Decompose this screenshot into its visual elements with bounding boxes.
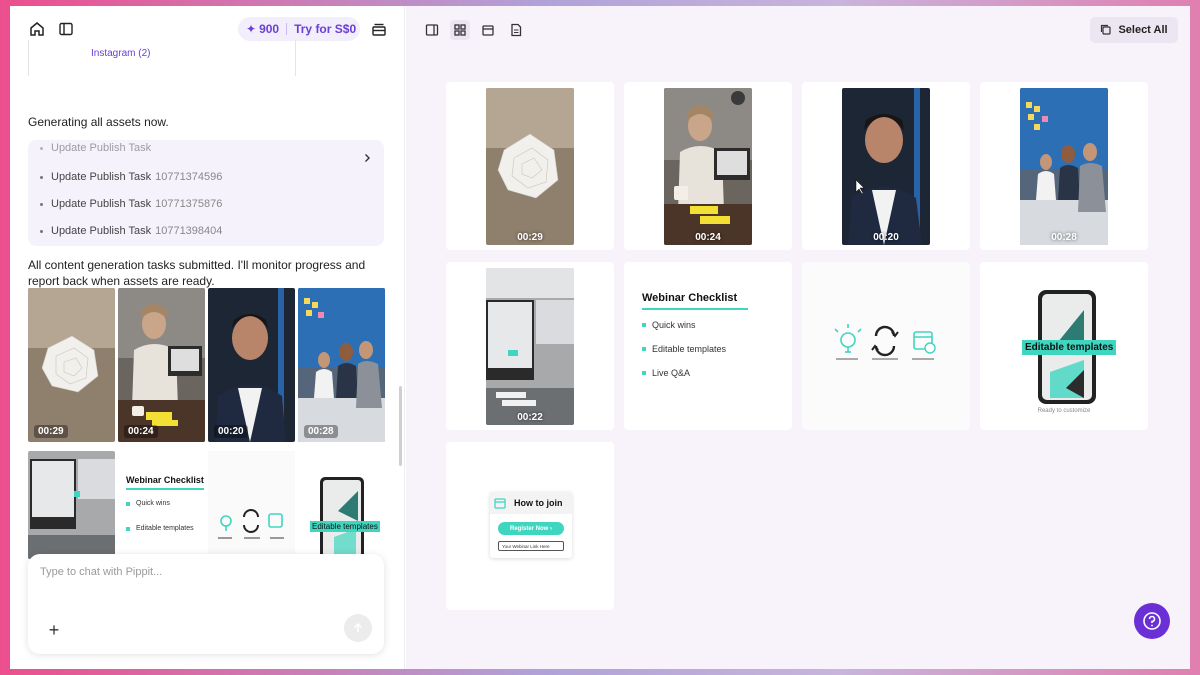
video-thumbnail: 00:20 [842, 87, 930, 245]
checklist-underline [642, 308, 748, 310]
add-attachment-button[interactable]: + [44, 620, 64, 640]
duration-label: 00:28 [304, 425, 338, 438]
copy-icon [1101, 24, 1112, 35]
try-plan-link[interactable]: Try for S$0 [294, 22, 356, 36]
how-to-join-title: How to join [514, 498, 563, 508]
duration-label: 00:29 [517, 231, 543, 243]
task-id: 10771374596 [155, 171, 223, 183]
duration-label: 00:20 [873, 231, 899, 243]
sparkle-icon: ✦ [246, 22, 257, 36]
inbox-icon[interactable] [368, 18, 390, 40]
calendar-icon [494, 498, 506, 509]
duration-label: 00:24 [124, 425, 158, 438]
editable-templates-tag: Editable templates [310, 521, 380, 532]
task-label: Update Publish Task [51, 142, 152, 154]
send-button[interactable] [344, 614, 372, 642]
video-thumbnail: 00:22 [486, 267, 574, 425]
checklist-thumbnail[interactable]: Webinar Checklist Quick wins Editable te… [118, 451, 205, 559]
chat-input[interactable] [40, 566, 370, 578]
chat-panel: ✦ 900 Try for S$0 Instagram (2) Generati… [10, 6, 405, 669]
select-all-button[interactable]: Select All [1090, 17, 1178, 43]
instagram-label[interactable]: Instagram (2) [91, 48, 150, 59]
checklist-title: Webinar Checklist [642, 292, 738, 304]
video-thumbnail: 00:24 [664, 87, 752, 245]
asset-card-how-to-join[interactable]: How to join Register Now › Your Webinar … [446, 442, 614, 610]
submitted-message: All content generation tasks submitted. … [28, 258, 366, 288]
calendar-icon[interactable] [478, 20, 498, 40]
duration-label: 00:22 [517, 411, 543, 423]
task-id: 10771375876 [155, 198, 223, 210]
video-thumbnail[interactable]: 00:24 [118, 288, 205, 442]
asset-card-checklist[interactable]: Webinar Checklist Quick wins Editable te… [624, 262, 792, 430]
video-thumbnail: 00:28 [1020, 87, 1108, 245]
sidebar-toggle-icon[interactable] [55, 18, 77, 40]
asset-canvas: Select All 00:29 00:24 00:20 00:28 00:22… [406, 6, 1190, 669]
checklist-item: Editable templates [642, 344, 748, 354]
asset-card-video[interactable]: 00:22 [446, 262, 614, 430]
asset-card-video[interactable]: 00:20 [802, 82, 970, 250]
platform-card: Instagram (2) [28, 40, 296, 76]
help-button[interactable] [1134, 603, 1170, 639]
asset-card-video[interactable]: 00:28 [980, 82, 1148, 250]
document-icon[interactable] [506, 20, 526, 40]
webinar-link-field: Your Webinar Link Here [498, 541, 564, 551]
task-label: Update Publish Task [51, 198, 152, 210]
checklist-item: Quick wins [126, 500, 204, 507]
duration-label: 00:20 [214, 425, 248, 438]
editable-templates-tag: Editable templates [1022, 340, 1117, 355]
app-window: ✦ 900 Try for S$0 Instagram (2) Generati… [10, 6, 1190, 669]
credits-badge[interactable]: ✦ 900 Try for S$0 [238, 17, 360, 41]
icons-thumbnail[interactable] [208, 451, 295, 559]
grid-view-icon[interactable] [450, 20, 470, 40]
video-thumbnail[interactable]: 00:20 [208, 288, 295, 442]
task-label: Update Publish Task [51, 225, 152, 237]
checklist-title: Webinar Checklist [126, 475, 204, 485]
register-now-button: Register Now › [498, 522, 564, 535]
asset-card-video[interactable]: 00:24 [624, 82, 792, 250]
task-id: 10771398404 [155, 225, 223, 237]
chat-scrollbar[interactable] [399, 386, 402, 466]
chevron-right-icon[interactable] [358, 149, 376, 167]
task-list: Update Publish Task Update Publish Task … [28, 140, 384, 246]
arrow-up-icon [353, 622, 363, 632]
credits-count: ✦ 900 [246, 22, 280, 36]
asset-card-editable-templates[interactable]: Editable templates Ready to customize [980, 262, 1148, 430]
checklist-item: Quick wins [642, 320, 748, 330]
asset-card-icons[interactable] [802, 262, 970, 430]
asset-card-video[interactable]: 00:29 [446, 82, 614, 250]
duration-label: 00:29 [34, 425, 68, 438]
task-row: Update Publish Task 10771375876 [40, 198, 222, 210]
checklist-item: Editable templates [126, 525, 204, 532]
task-row: Update Publish Task 10771398404 [40, 225, 222, 237]
how-to-join-preview: How to join Register Now › Your Webinar … [490, 492, 572, 558]
task-row: Update Publish Task 10771374596 [40, 171, 222, 183]
editable-templates-caption: Ready to customize [1037, 408, 1091, 414]
video-thumbnail[interactable]: 00:28 [298, 288, 385, 442]
editable-templates-thumbnail[interactable]: Editable templates [298, 451, 385, 559]
chat-composer: + [28, 554, 384, 654]
question-icon [1143, 612, 1161, 630]
credits-divider [286, 23, 288, 35]
video-thumbnail: 00:29 [486, 87, 574, 245]
single-view-icon[interactable] [422, 20, 442, 40]
task-row-hidden: Update Publish Task [40, 142, 151, 154]
home-icon[interactable] [26, 18, 48, 40]
video-thumbnail[interactable] [28, 451, 115, 559]
generating-message: Generating all assets now. [28, 115, 169, 129]
video-thumbnail[interactable]: 00:29 [28, 288, 115, 442]
checklist-item: Live Q&A [642, 368, 748, 378]
duration-label: 00:28 [1051, 231, 1077, 243]
task-label: Update Publish Task [51, 171, 152, 183]
duration-label: 00:24 [695, 231, 721, 243]
